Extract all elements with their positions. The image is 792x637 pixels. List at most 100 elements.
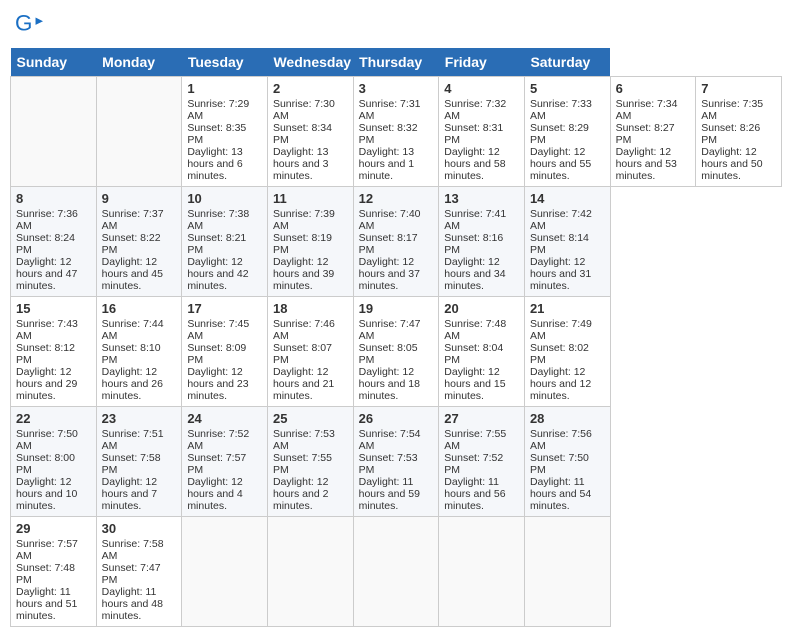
calendar-week-row: 1Sunrise: 7:29 AMSunset: 8:35 PMDaylight… xyxy=(11,77,782,187)
calendar-cell: 8Sunrise: 7:36 AMSunset: 8:24 PMDaylight… xyxy=(11,187,97,297)
calendar-week-row: 22Sunrise: 7:50 AMSunset: 8:00 PMDayligh… xyxy=(11,407,782,517)
sunrise-text: Sunrise: 7:46 AM xyxy=(273,318,335,342)
calendar-cell xyxy=(96,77,182,187)
sunrise-text: Sunrise: 7:36 AM xyxy=(16,208,78,232)
calendar-week-row: 8Sunrise: 7:36 AMSunset: 8:24 PMDaylight… xyxy=(11,187,782,297)
day-number: 17 xyxy=(187,301,262,316)
daylight-text: Daylight: 11 hours and 59 minutes. xyxy=(359,476,420,512)
day-number: 12 xyxy=(359,191,434,206)
calendar-cell xyxy=(439,517,525,627)
calendar-header-monday: Monday xyxy=(96,48,182,77)
sunset-text: Sunset: 7:57 PM xyxy=(187,452,246,476)
sunrise-text: Sunrise: 7:55 AM xyxy=(444,428,506,452)
day-number: 13 xyxy=(444,191,519,206)
daylight-text: Daylight: 12 hours and 39 minutes. xyxy=(273,256,334,292)
calendar-body: 1Sunrise: 7:29 AMSunset: 8:35 PMDaylight… xyxy=(11,77,782,627)
daylight-text: Daylight: 12 hours and 23 minutes. xyxy=(187,366,248,402)
calendar-week-row: 29Sunrise: 7:57 AMSunset: 7:48 PMDayligh… xyxy=(11,517,782,627)
sunrise-text: Sunrise: 7:38 AM xyxy=(187,208,249,232)
day-number: 4 xyxy=(444,81,519,96)
sunset-text: Sunset: 8:09 PM xyxy=(187,342,246,366)
sunrise-text: Sunrise: 7:42 AM xyxy=(530,208,592,232)
sunrise-text: Sunrise: 7:34 AM xyxy=(616,98,678,122)
calendar-cell xyxy=(353,517,439,627)
day-number: 22 xyxy=(16,411,91,426)
day-number: 14 xyxy=(530,191,605,206)
sunset-text: Sunset: 8:21 PM xyxy=(187,232,246,256)
calendar-cell: 9Sunrise: 7:37 AMSunset: 8:22 PMDaylight… xyxy=(96,187,182,297)
day-number: 24 xyxy=(187,411,262,426)
daylight-text: Daylight: 12 hours and 42 minutes. xyxy=(187,256,248,292)
sunset-text: Sunset: 8:02 PM xyxy=(530,342,589,366)
calendar-cell: 5Sunrise: 7:33 AMSunset: 8:29 PMDaylight… xyxy=(524,77,610,187)
calendar-header-sunday: Sunday xyxy=(11,48,97,77)
daylight-text: Daylight: 11 hours and 48 minutes. xyxy=(102,586,163,622)
sunrise-text: Sunrise: 7:56 AM xyxy=(530,428,592,452)
day-number: 23 xyxy=(102,411,177,426)
day-number: 5 xyxy=(530,81,605,96)
calendar-cell: 21Sunrise: 7:49 AMSunset: 8:02 PMDayligh… xyxy=(524,297,610,407)
daylight-text: Daylight: 12 hours and 50 minutes. xyxy=(701,146,762,182)
calendar-cell: 4Sunrise: 7:32 AMSunset: 8:31 PMDaylight… xyxy=(439,77,525,187)
day-number: 2 xyxy=(273,81,348,96)
calendar-header-saturday: Saturday xyxy=(524,48,610,77)
day-number: 1 xyxy=(187,81,262,96)
sunset-text: Sunset: 8:32 PM xyxy=(359,122,418,146)
sunrise-text: Sunrise: 7:49 AM xyxy=(530,318,592,342)
daylight-text: Daylight: 12 hours and 7 minutes. xyxy=(102,476,157,512)
sunset-text: Sunset: 8:17 PM xyxy=(359,232,418,256)
daylight-text: Daylight: 12 hours and 15 minutes. xyxy=(444,366,505,402)
calendar-cell: 27Sunrise: 7:55 AMSunset: 7:52 PMDayligh… xyxy=(439,407,525,517)
calendar-cell: 28Sunrise: 7:56 AMSunset: 7:50 PMDayligh… xyxy=(524,407,610,517)
sunset-text: Sunset: 8:24 PM xyxy=(16,232,75,256)
sunrise-text: Sunrise: 7:30 AM xyxy=(273,98,335,122)
daylight-text: Daylight: 12 hours and 58 minutes. xyxy=(444,146,505,182)
sunrise-text: Sunrise: 7:31 AM xyxy=(359,98,421,122)
calendar-week-row: 15Sunrise: 7:43 AMSunset: 8:12 PMDayligh… xyxy=(11,297,782,407)
sunset-text: Sunset: 8:05 PM xyxy=(359,342,418,366)
daylight-text: Daylight: 12 hours and 12 minutes. xyxy=(530,366,591,402)
calendar-cell: 18Sunrise: 7:46 AMSunset: 8:07 PMDayligh… xyxy=(267,297,353,407)
day-number: 16 xyxy=(102,301,177,316)
sunrise-text: Sunrise: 7:48 AM xyxy=(444,318,506,342)
calendar-cell: 30Sunrise: 7:58 AMSunset: 7:47 PMDayligh… xyxy=(96,517,182,627)
day-number: 18 xyxy=(273,301,348,316)
calendar-cell: 16Sunrise: 7:44 AMSunset: 8:10 PMDayligh… xyxy=(96,297,182,407)
sunrise-text: Sunrise: 7:44 AM xyxy=(102,318,164,342)
sunset-text: Sunset: 8:31 PM xyxy=(444,122,503,146)
sunrise-text: Sunrise: 7:41 AM xyxy=(444,208,506,232)
calendar-cell: 25Sunrise: 7:53 AMSunset: 7:55 PMDayligh… xyxy=(267,407,353,517)
page-header: G xyxy=(10,10,782,38)
daylight-text: Daylight: 12 hours and 18 minutes. xyxy=(359,366,420,402)
sunset-text: Sunset: 8:00 PM xyxy=(16,452,75,476)
calendar-cell: 10Sunrise: 7:38 AMSunset: 8:21 PMDayligh… xyxy=(182,187,268,297)
daylight-text: Daylight: 12 hours and 34 minutes. xyxy=(444,256,505,292)
calendar-cell: 26Sunrise: 7:54 AMSunset: 7:53 PMDayligh… xyxy=(353,407,439,517)
calendar-header-thursday: Thursday xyxy=(353,48,439,77)
daylight-text: Daylight: 13 hours and 6 minutes. xyxy=(187,146,242,182)
sunset-text: Sunset: 8:22 PM xyxy=(102,232,161,256)
daylight-text: Daylight: 12 hours and 26 minutes. xyxy=(102,366,163,402)
calendar-header-friday: Friday xyxy=(439,48,525,77)
calendar-cell: 14Sunrise: 7:42 AMSunset: 8:14 PMDayligh… xyxy=(524,187,610,297)
daylight-text: Daylight: 11 hours and 56 minutes. xyxy=(444,476,505,512)
sunrise-text: Sunrise: 7:58 AM xyxy=(102,538,164,562)
day-number: 20 xyxy=(444,301,519,316)
sunrise-text: Sunrise: 7:47 AM xyxy=(359,318,421,342)
calendar-cell: 22Sunrise: 7:50 AMSunset: 8:00 PMDayligh… xyxy=(11,407,97,517)
day-number: 28 xyxy=(530,411,605,426)
daylight-text: Daylight: 13 hours and 3 minutes. xyxy=(273,146,328,182)
day-number: 26 xyxy=(359,411,434,426)
calendar-cell: 3Sunrise: 7:31 AMSunset: 8:32 PMDaylight… xyxy=(353,77,439,187)
calendar-cell xyxy=(182,517,268,627)
calendar-cell xyxy=(267,517,353,627)
sunset-text: Sunset: 7:47 PM xyxy=(102,562,161,586)
daylight-text: Daylight: 12 hours and 45 minutes. xyxy=(102,256,163,292)
calendar-cell: 29Sunrise: 7:57 AMSunset: 7:48 PMDayligh… xyxy=(11,517,97,627)
calendar-cell: 2Sunrise: 7:30 AMSunset: 8:34 PMDaylight… xyxy=(267,77,353,187)
sunset-text: Sunset: 8:35 PM xyxy=(187,122,246,146)
calendar-header-wednesday: Wednesday xyxy=(267,48,353,77)
sunset-text: Sunset: 7:50 PM xyxy=(530,452,589,476)
calendar-cell: 7Sunrise: 7:35 AMSunset: 8:26 PMDaylight… xyxy=(696,77,782,187)
sunrise-text: Sunrise: 7:35 AM xyxy=(701,98,763,122)
